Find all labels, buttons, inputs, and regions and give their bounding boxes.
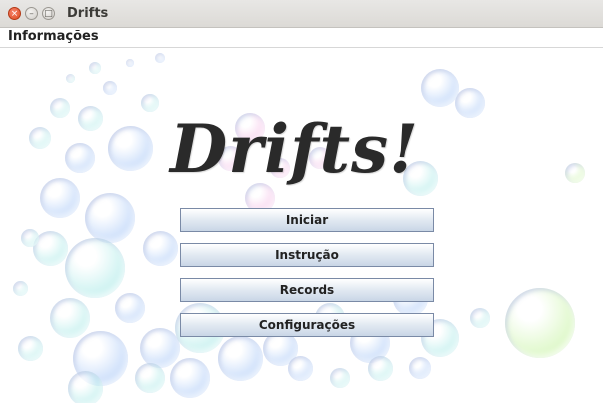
bubble-decoration <box>103 81 117 95</box>
bubble-decoration <box>217 335 263 381</box>
menu-informacoes[interactable]: Informações <box>8 29 99 44</box>
bubble-decoration <box>65 143 95 173</box>
bubble-decoration <box>141 94 159 112</box>
main-panel: Drifts! Iniciar Instrução Records Config… <box>0 48 603 403</box>
bubble-decoration <box>50 98 70 118</box>
bubble-decoration <box>367 355 393 381</box>
settings-button[interactable]: Configurações <box>180 313 434 337</box>
bubble-decoration <box>135 363 165 393</box>
bubble-decoration <box>89 62 101 74</box>
bubble-decoration <box>67 370 103 403</box>
bubble-decoration <box>40 178 80 218</box>
bubble-decoration <box>29 127 51 149</box>
minimize-icon[interactable]: – <box>25 7 38 20</box>
bubble-decoration <box>85 193 135 243</box>
bubble-decoration <box>21 229 39 247</box>
menu-bar: Informações <box>0 28 603 48</box>
bubble-decoration <box>470 308 490 328</box>
bubble-decoration <box>330 368 350 388</box>
bubble-decoration <box>50 298 90 338</box>
records-button[interactable]: Records <box>180 278 434 302</box>
maximize-icon[interactable]: □ <box>42 7 55 20</box>
bubble-decoration <box>12 280 28 296</box>
bubble-decoration <box>409 357 431 379</box>
bubble-decoration <box>505 288 575 358</box>
bubble-decoration <box>421 69 459 107</box>
game-logo: Drifts! <box>170 110 420 188</box>
bubble-decoration <box>107 125 153 171</box>
bubble-decoration <box>77 105 103 131</box>
bubble-decoration <box>565 163 585 183</box>
window-title: Drifts <box>67 6 109 21</box>
bubble-decoration <box>142 230 178 266</box>
start-button[interactable]: Iniciar <box>180 208 434 232</box>
bubble-decoration <box>287 355 313 381</box>
bubble-decoration <box>170 358 210 398</box>
bubble-decoration <box>126 59 134 67</box>
close-icon[interactable]: × <box>8 7 21 20</box>
bubble-decoration <box>455 88 485 118</box>
title-bar[interactable]: × – □ Drifts <box>0 0 603 28</box>
bubble-decoration <box>65 238 125 298</box>
app-window: × – □ Drifts Informações Drifts! Iniciar… <box>0 0 603 403</box>
bubble-decoration <box>155 53 165 63</box>
bubble-decoration <box>140 328 180 368</box>
bubble-decoration <box>17 335 43 361</box>
bubble-decoration <box>115 293 145 323</box>
instructions-button[interactable]: Instrução <box>180 243 434 267</box>
bubble-decoration <box>65 73 75 83</box>
